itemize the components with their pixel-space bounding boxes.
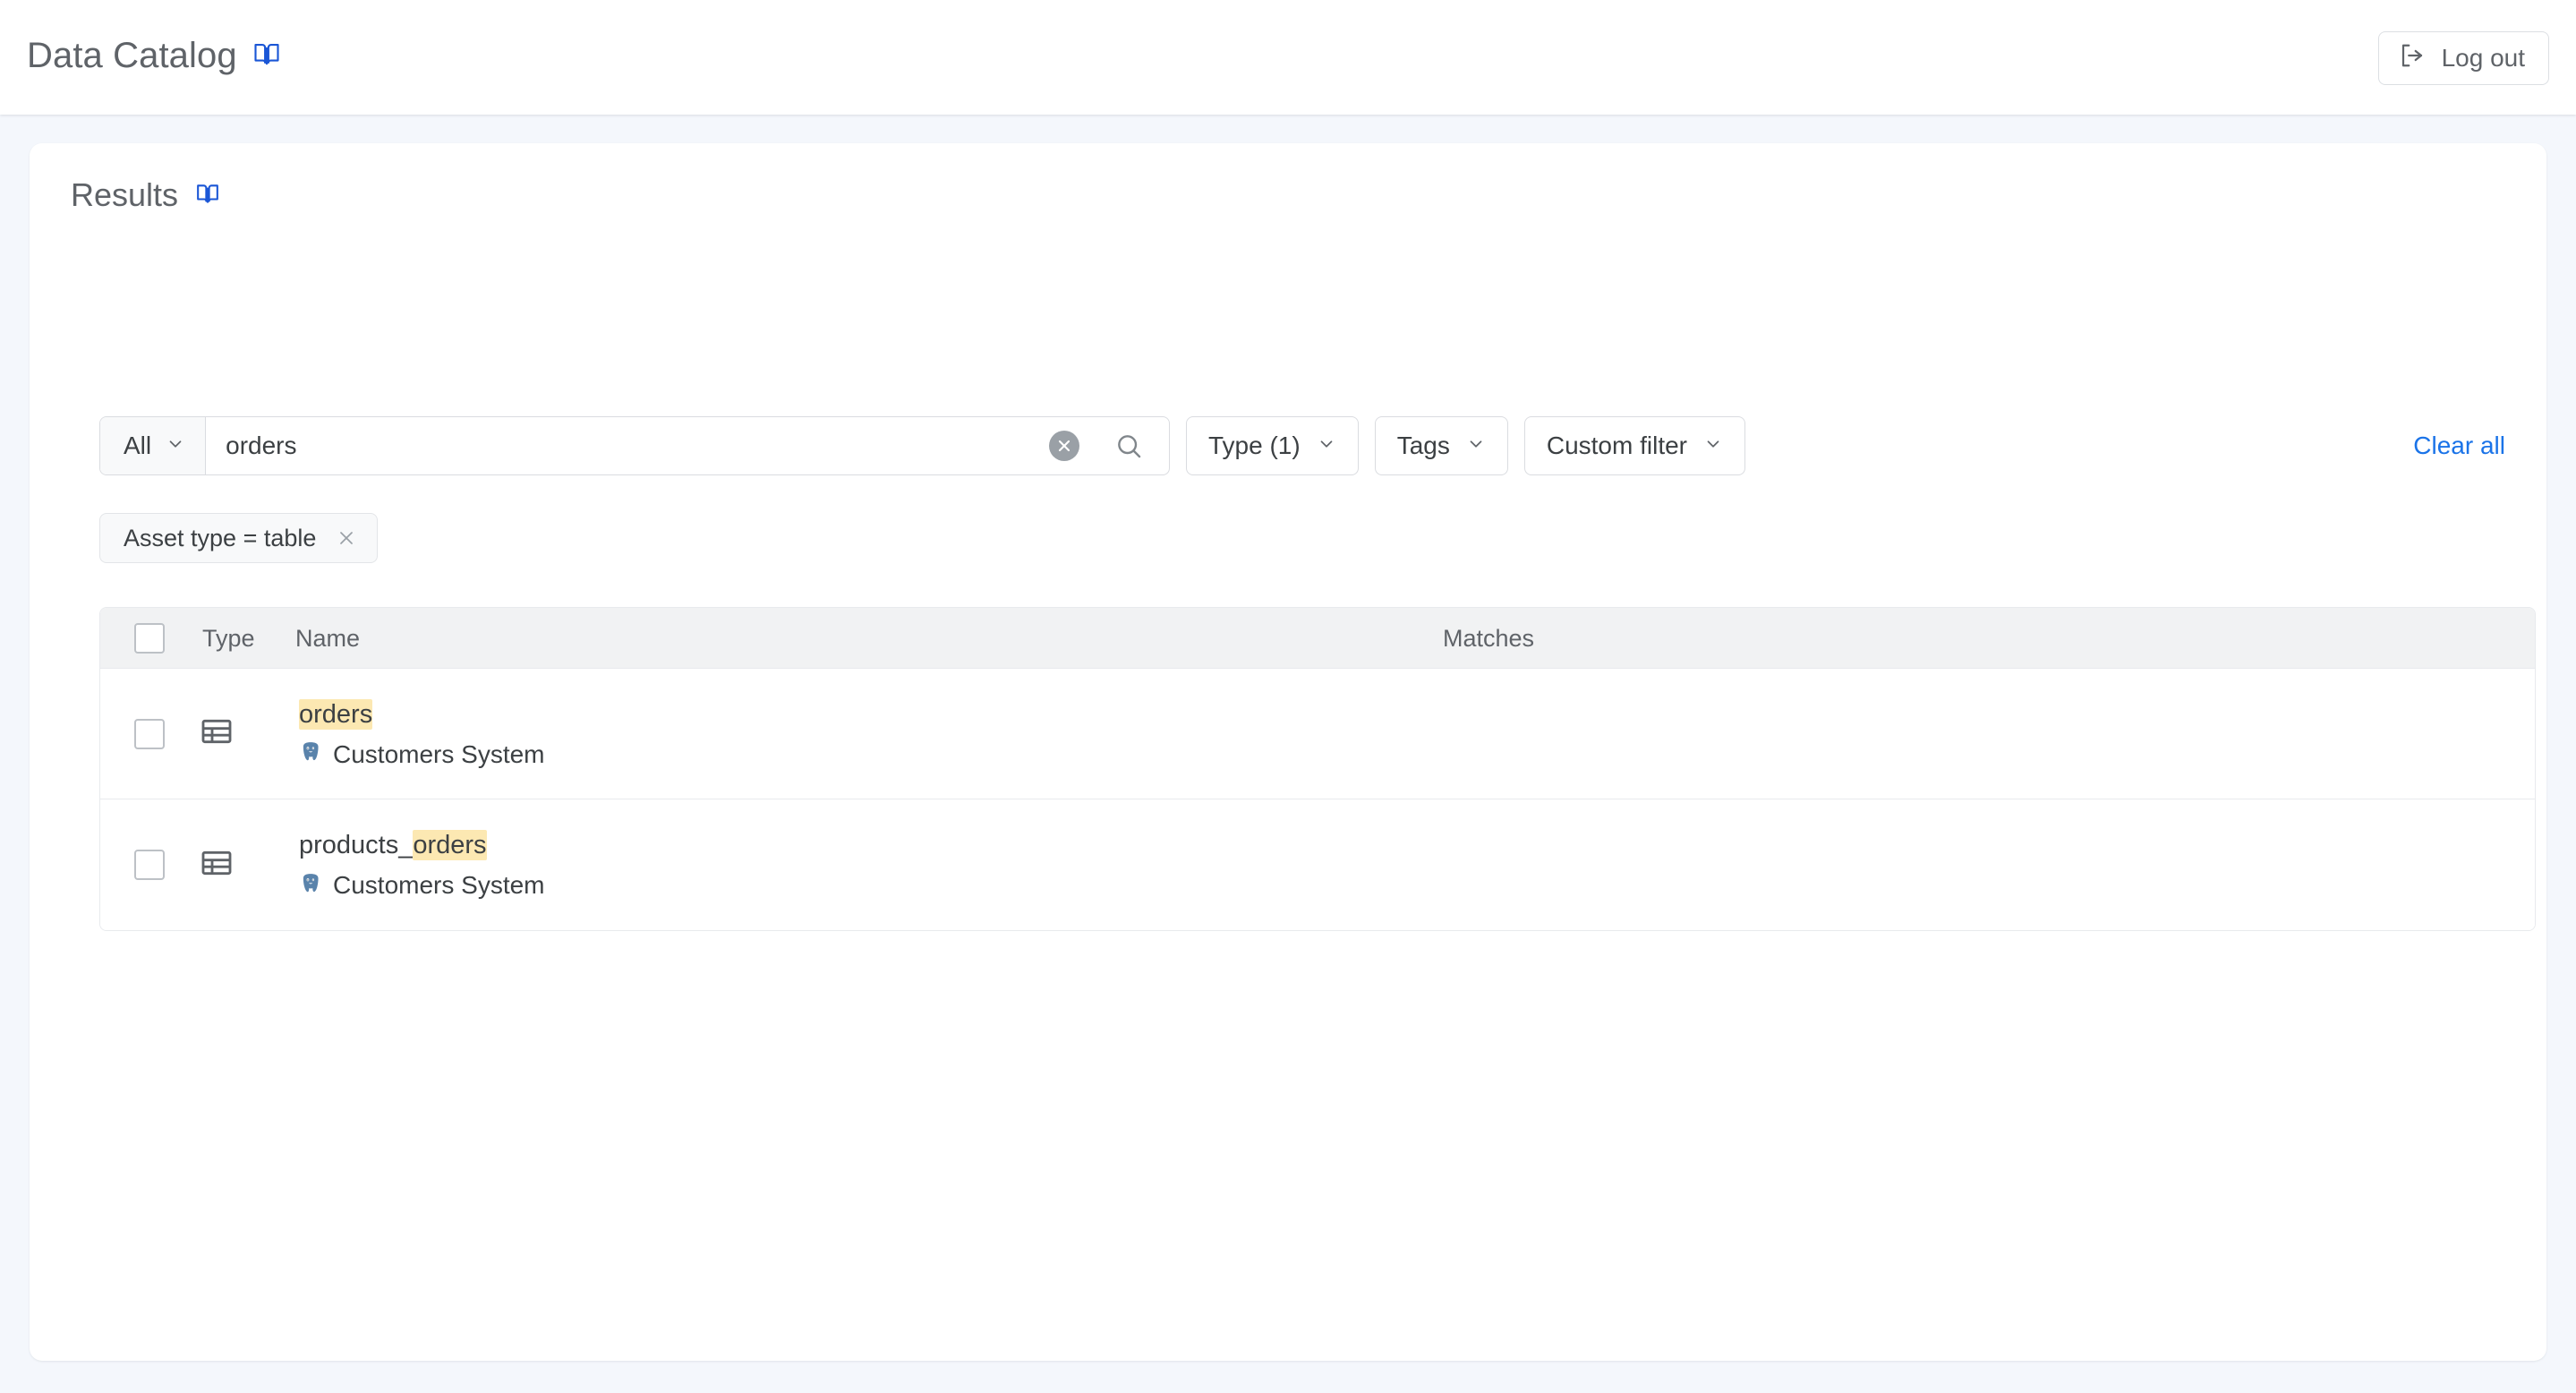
chevron-down-icon	[1466, 434, 1486, 458]
row-type-cell	[199, 714, 295, 754]
table-row[interactable]: products_orders Cus	[100, 799, 2535, 930]
table-row[interactable]: orders Customers Sy	[100, 669, 2535, 799]
row-checkbox[interactable]	[134, 850, 165, 880]
results-header: Results	[71, 176, 219, 214]
filter-button-tags-label: Tags	[1397, 432, 1450, 460]
column-header-matches[interactable]: Matches	[1443, 624, 2535, 653]
app-header: Data Catalog Log out	[0, 0, 2576, 115]
asset-name-match: orders	[413, 830, 486, 860]
search-box: All	[99, 416, 1170, 475]
column-header-type-label: Type	[199, 624, 255, 653]
asset-name: orders	[299, 698, 372, 731]
logout-button[interactable]: Log out	[2378, 31, 2549, 85]
app-title-group: Data Catalog	[27, 34, 280, 77]
asset-source-label: Customers System	[333, 739, 545, 770]
clear-search-icon[interactable]	[1049, 431, 1079, 461]
filter-button-custom-label: Custom filter	[1547, 432, 1687, 460]
table-header-row: Type Name Matches	[100, 608, 2535, 669]
results-table: Type Name Matches	[99, 607, 2536, 931]
search-filter-row: All Type	[99, 416, 1745, 475]
chevron-down-icon	[1317, 434, 1336, 458]
logout-label: Log out	[2442, 44, 2525, 73]
select-all-cell	[100, 623, 199, 654]
filter-button-type[interactable]: Type (1)	[1186, 416, 1359, 475]
filter-chip-asset-type[interactable]: Asset type = table	[99, 513, 378, 563]
table-icon	[199, 714, 235, 754]
logout-icon	[2399, 42, 2426, 75]
search-scope-label: All	[124, 432, 151, 460]
row-select-cell	[100, 719, 199, 749]
chevron-down-icon	[1703, 434, 1723, 458]
results-title: Results	[71, 176, 178, 214]
row-type-cell	[199, 845, 295, 885]
column-header-name-label: Name	[295, 624, 360, 653]
row-name-cell[interactable]: orders Customers Sy	[295, 698, 1443, 770]
results-card: Results All	[30, 143, 2546, 1361]
filter-button-type-label: Type (1)	[1208, 432, 1301, 460]
postgresql-icon	[299, 872, 322, 900]
chevron-down-icon	[166, 434, 185, 458]
asset-name: products_orders	[299, 829, 487, 861]
asset-source-label: Customers System	[333, 870, 545, 901]
filter-button-custom[interactable]: Custom filter	[1524, 416, 1745, 475]
asset-name-match: orders	[299, 699, 372, 730]
filter-chip-label: Asset type = table	[124, 524, 316, 552]
filter-button-tags[interactable]: Tags	[1375, 416, 1508, 475]
book-icon[interactable]	[196, 182, 219, 209]
postgresql-icon	[299, 740, 322, 768]
column-header-matches-label: Matches	[1443, 625, 1534, 652]
close-icon[interactable]	[336, 527, 357, 549]
search-scope-select[interactable]: All	[100, 417, 206, 474]
asset-source: Customers System	[299, 870, 545, 901]
search-icon[interactable]	[1108, 425, 1149, 466]
page-title: Data Catalog	[27, 34, 237, 77]
book-icon[interactable]	[253, 40, 280, 72]
select-all-checkbox[interactable]	[134, 623, 165, 654]
column-header-type[interactable]: Type	[199, 624, 295, 653]
clear-all-link[interactable]: Clear all	[2413, 430, 2505, 462]
asset-source: Customers System	[299, 739, 545, 770]
active-filters: Asset type = table	[99, 513, 378, 563]
table-icon	[199, 845, 235, 885]
row-checkbox[interactable]	[134, 719, 165, 749]
row-select-cell	[100, 850, 199, 880]
asset-name-prefix: products_	[299, 831, 413, 859]
search-input[interactable]	[206, 417, 1049, 474]
row-name-cell[interactable]: products_orders Cus	[295, 829, 1443, 901]
column-header-name[interactable]: Name	[295, 624, 1443, 653]
